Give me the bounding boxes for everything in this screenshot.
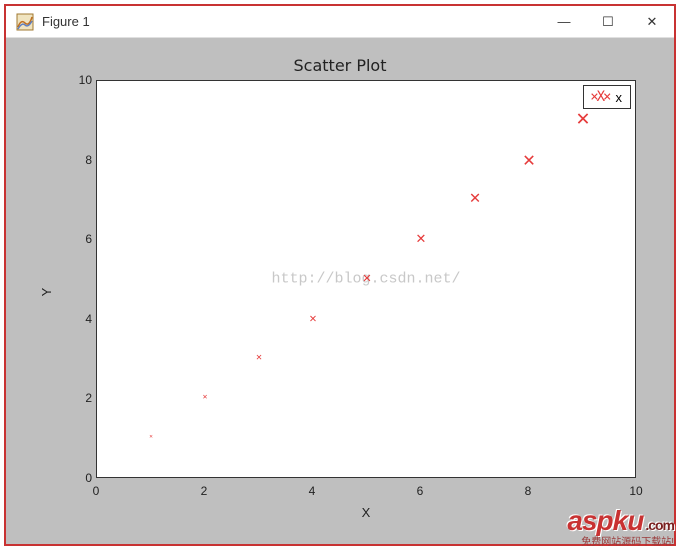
plot-area: http://blog.csdn.net/ ×X× x ✕ ✕ ✕ ✕ ✕ ✕ ✕ ✕ ✕ [96,80,636,478]
close-button[interactable]: ✕ [630,6,674,37]
x-tick: 4 [309,484,316,498]
legend-label: x [616,90,623,105]
scatter-marker: ✕ [470,189,481,207]
scatter-marker: ✕ [576,108,589,130]
x-tick: 0 [93,484,100,498]
scatter-marker: ✕ [363,271,371,285]
x-tick: 2 [201,484,208,498]
figure-canvas: Scatter Plot Y X http://blog.csdn.net/ ×… [6,38,674,544]
legend: ×X× x [583,85,631,109]
y-tick: 10 [76,73,92,87]
y-tick: 6 [76,232,92,246]
x-tick: 8 [525,484,532,498]
minimize-button[interactable]: — [542,6,586,37]
app-icon [16,13,34,31]
maximize-button[interactable]: ☐ [586,6,630,37]
y-axis-label: Y [39,288,54,297]
y-tick: 2 [76,391,92,405]
window-controls: — ☐ ✕ [542,6,674,37]
chart-title: Scatter Plot [28,56,652,75]
y-tick: 8 [76,153,92,167]
window-frame: Figure 1 — ☐ ✕ Scatter Plot Y X http://b… [4,4,676,546]
watermark-text: http://blog.csdn.net/ [271,271,460,288]
x-tick: 10 [629,484,642,498]
scatter-marker: ✕ [203,393,208,401]
scatter-marker: ✕ [523,149,535,169]
scatter-marker: ✕ [416,230,426,246]
y-tick: 4 [76,312,92,326]
plot-frame: Scatter Plot Y X http://blog.csdn.net/ ×… [28,58,652,526]
scatter-marker: ✕ [149,434,153,440]
x-axis-label: X [96,505,636,520]
legend-marker-icon: ×X× [590,89,609,105]
scatter-marker: ✕ [256,353,262,363]
y-tick: 0 [76,471,92,485]
window-title: Figure 1 [42,14,90,29]
scatter-marker: ✕ [309,312,316,324]
titlebar: Figure 1 — ☐ ✕ [6,6,674,38]
x-tick: 6 [417,484,424,498]
